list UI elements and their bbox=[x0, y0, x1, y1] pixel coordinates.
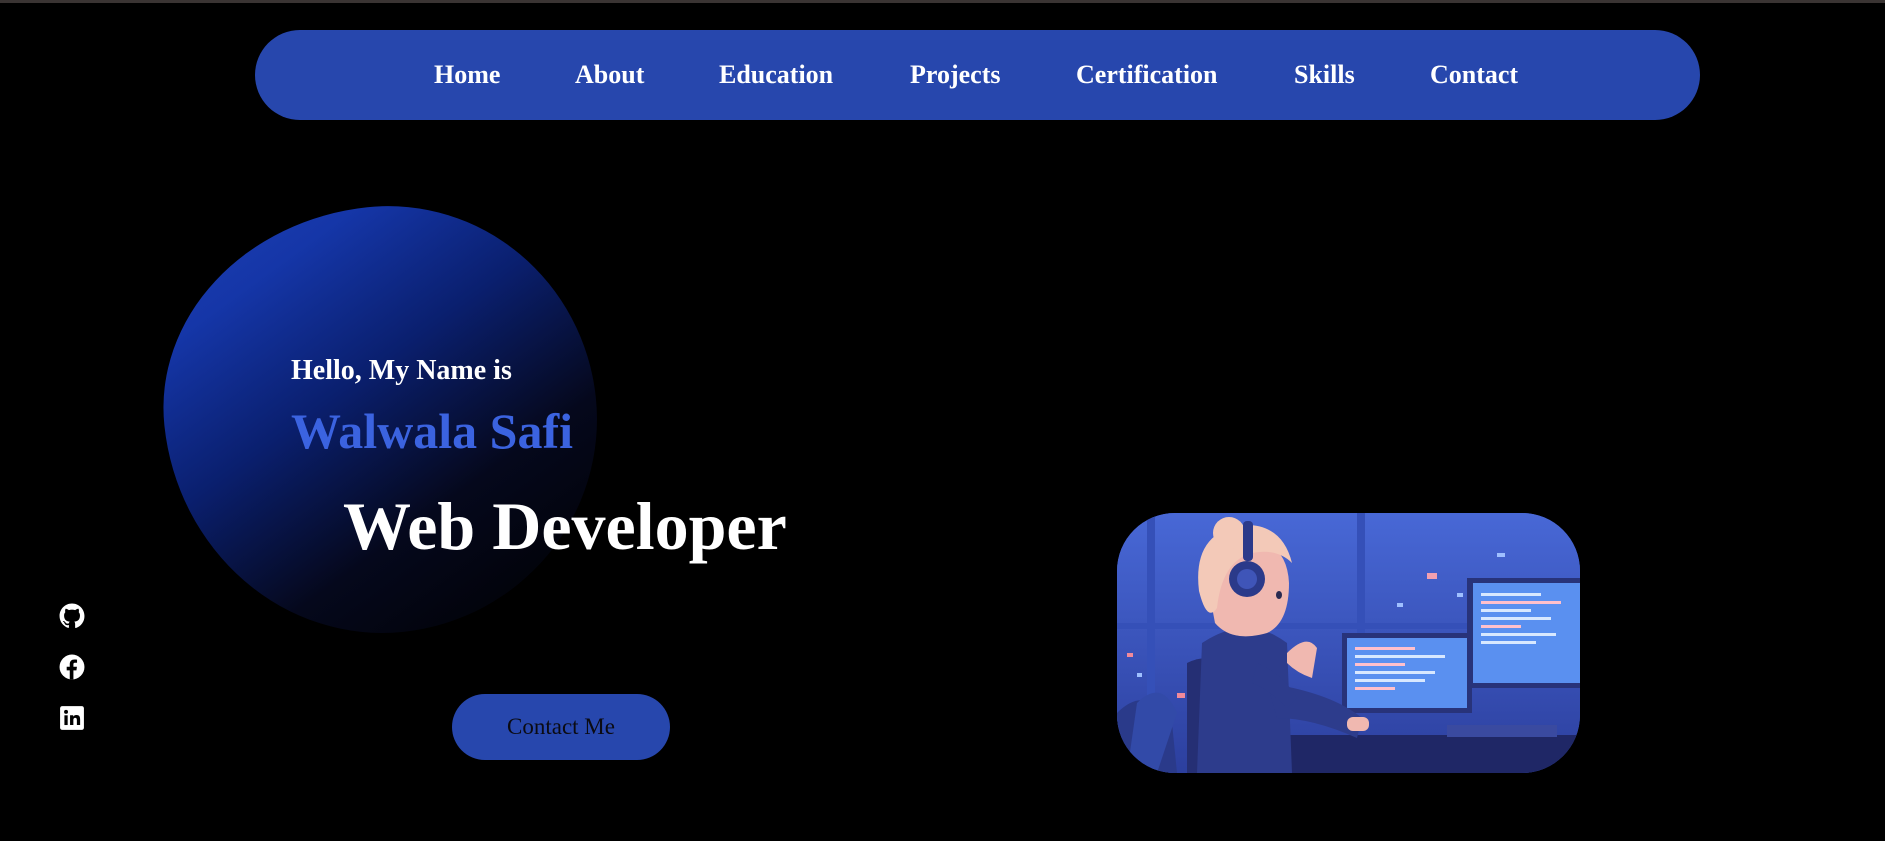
hero-greeting: Hello, My Name is bbox=[291, 355, 512, 386]
linkedin-icon[interactable] bbox=[59, 705, 85, 731]
nav-item-certification[interactable]: Certification bbox=[1076, 30, 1218, 120]
girl-with-headphones-coding-illustration bbox=[1117, 513, 1580, 773]
github-icon[interactable] bbox=[59, 603, 85, 629]
nav-item-contact[interactable]: Contact bbox=[1430, 30, 1518, 120]
nav-item-projects[interactable]: Projects bbox=[910, 30, 1000, 120]
nav-item-home[interactable]: Home bbox=[434, 30, 500, 120]
hero-role: Web Developer bbox=[343, 488, 787, 564]
nav-item-skills[interactable]: Skills bbox=[1294, 30, 1355, 120]
facebook-icon[interactable] bbox=[59, 654, 85, 680]
contact-me-button[interactable]: Contact Me bbox=[452, 694, 670, 760]
navbar: Home About Education Projects Certificat… bbox=[255, 30, 1700, 120]
nav-item-about[interactable]: About bbox=[575, 30, 644, 120]
nav-item-education[interactable]: Education bbox=[719, 30, 833, 120]
window-top-border bbox=[0, 0, 1885, 3]
hero-name: Walwala Safi bbox=[291, 403, 573, 459]
